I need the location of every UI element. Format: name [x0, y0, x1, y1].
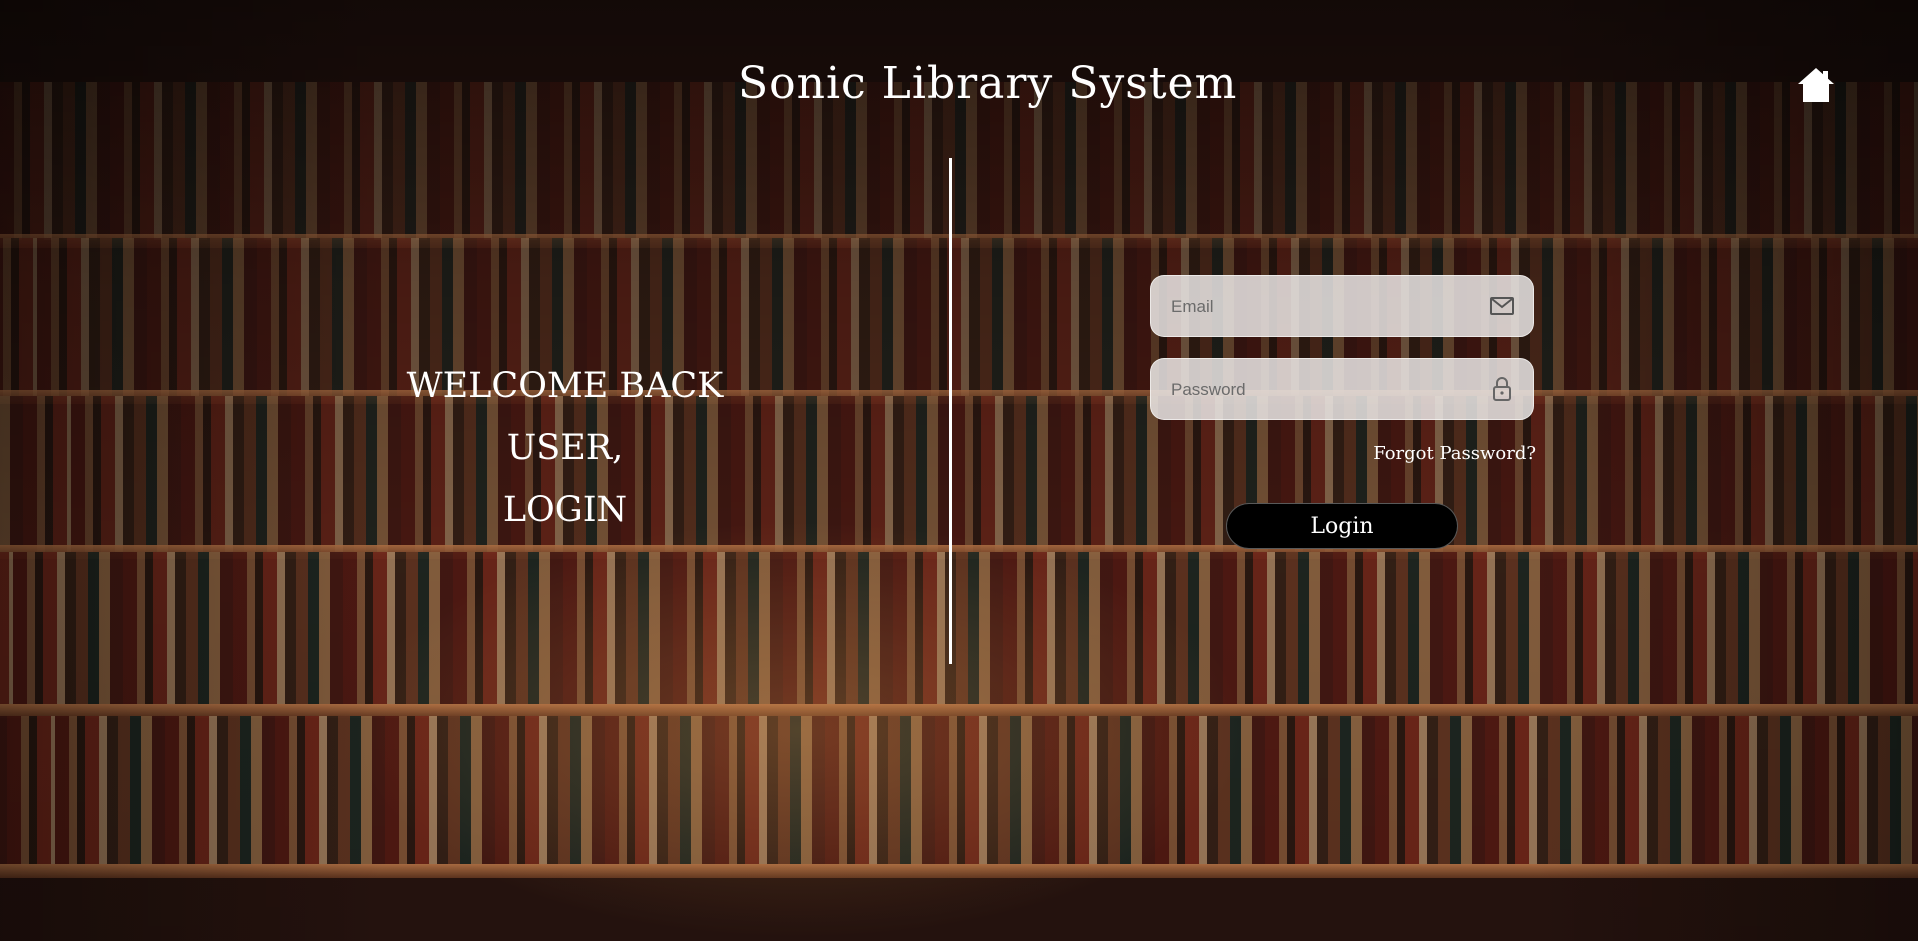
background-overlay — [0, 0, 1918, 941]
welcome-line-1: WELCOME BACK USER, — [406, 366, 724, 468]
vertical-divider — [949, 158, 952, 664]
forgot-password-link[interactable]: Forgot Password? — [1330, 443, 1536, 464]
password-field-container — [1150, 358, 1534, 421]
home-button[interactable] — [1796, 66, 1836, 104]
home-icon — [1798, 68, 1834, 102]
login-button[interactable]: Login — [1226, 503, 1458, 549]
welcome-line-2: LOGIN — [502, 490, 628, 530]
email-input[interactable] — [1169, 276, 1473, 338]
login-page: Sonic Library System WELCOME BACK USER, … — [0, 0, 1918, 941]
lock-icon — [1493, 377, 1511, 401]
email-field-container — [1150, 275, 1534, 338]
welcome-message: WELCOME BACK USER, LOGIN — [350, 355, 780, 541]
envelope-icon — [1490, 297, 1514, 315]
page-title: Sonic Library System — [738, 58, 1238, 109]
password-input[interactable] — [1169, 359, 1473, 421]
